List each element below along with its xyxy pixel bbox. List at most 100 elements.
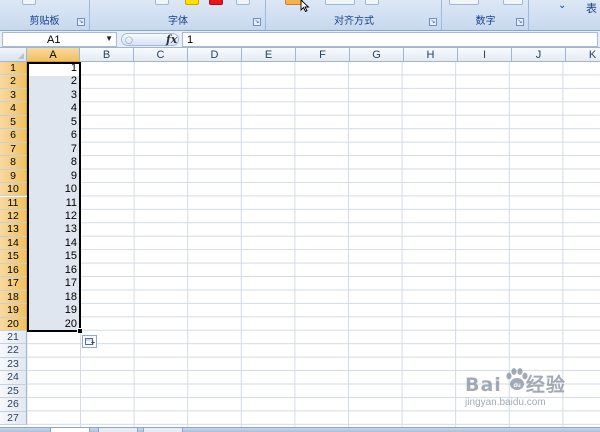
baidu-jingyan-watermark: Bai 经验 du jingyan.baidu.com (465, 368, 597, 420)
column-header-e[interactable]: E (242, 48, 296, 62)
row-header-12[interactable]: 12 (0, 209, 27, 224)
row-header-24[interactable]: 24 (0, 371, 27, 385)
expand-handle-icon[interactable]: ◯ (125, 36, 133, 44)
sheet-tab-active[interactable] (50, 428, 90, 432)
cell-a5[interactable]: 5 (29, 116, 79, 129)
cell-a11[interactable]: 11 (29, 197, 79, 210)
cell-a1[interactable]: 1 (29, 62, 79, 75)
row-header-6[interactable]: 6 (0, 129, 27, 143)
paste-button[interactable] (22, 0, 36, 5)
cell-a2[interactable]: 2 (29, 75, 79, 88)
ribbon-group-label: 对齐方式 (334, 16, 374, 27)
number-format-dropdown[interactable] (449, 0, 479, 5)
row-header-22[interactable]: 22 (0, 344, 27, 358)
cell-a8[interactable]: 8 (29, 156, 79, 169)
column-header-i[interactable]: I (458, 48, 512, 62)
row-header-13[interactable]: 13 (0, 223, 27, 237)
sheet-tab[interactable] (143, 428, 183, 432)
number-launcher-icon[interactable]: ↘ (516, 18, 524, 26)
row-header-10[interactable]: 10 (0, 183, 27, 197)
auto-fill-options-button[interactable]: + (82, 335, 97, 348)
column-header-k[interactable]: K (566, 48, 600, 62)
row-header-17[interactable]: 17 (0, 277, 27, 291)
fill-color-button[interactable] (185, 0, 199, 5)
sheet-tab[interactable] (98, 428, 138, 432)
column-header-d[interactable]: D (188, 48, 242, 62)
row-header-15[interactable]: 15 (0, 250, 27, 264)
row-header-8[interactable]: 8 (0, 156, 27, 170)
cell-a16[interactable]: 16 (29, 264, 79, 277)
name-box-value: A1 (47, 34, 61, 46)
column-header-h[interactable]: H (404, 48, 458, 62)
row-header-14[interactable]: 14 (0, 236, 27, 251)
watermark-logo-right: 经验 (525, 374, 566, 396)
fill-handle[interactable] (77, 328, 83, 334)
cell-a20[interactable]: 20 (29, 318, 79, 331)
percent-button[interactable] (503, 0, 523, 5)
paw-logo-icon: du (506, 368, 528, 390)
ribbon-group-clipboard: 剪贴板 ↘ (0, 0, 90, 30)
ribbon-dropdown-arrow-icon[interactable]: ⌄ (558, 0, 566, 11)
row-header-26[interactable]: 26 (0, 398, 27, 412)
select-all-button[interactable] (0, 48, 27, 62)
ribbon: 剪贴板 ↘ 字体 ↘ 对齐方式 ↘ 数字 ↘ ⌄ 表 (0, 0, 600, 31)
cell-a6[interactable]: 6 (29, 129, 79, 142)
column-header-g[interactable]: G (350, 48, 404, 62)
border-button[interactable] (155, 0, 169, 5)
cell-a19[interactable]: 19 (29, 304, 79, 317)
font-color-button[interactable] (209, 0, 223, 5)
cell-a9[interactable]: 9 (29, 170, 79, 183)
select-all-triangle-icon (18, 53, 24, 59)
row-header-25[interactable]: 25 (0, 384, 27, 399)
clipboard-launcher-icon[interactable]: ↘ (77, 18, 85, 26)
name-box[interactable]: A1 ▼ (2, 32, 117, 47)
cell-a17[interactable]: 17 (29, 277, 79, 290)
font-launcher-icon[interactable]: ↘ (253, 18, 261, 26)
row-header-2[interactable]: 2 (0, 75, 27, 89)
svg-text:du: du (513, 383, 521, 389)
row-header-27[interactable]: 27 (0, 411, 27, 426)
column-header-b[interactable]: B (80, 48, 134, 62)
column-header-a[interactable]: A (27, 48, 80, 62)
column-header-j[interactable]: J (512, 48, 566, 62)
row-header-21[interactable]: 21 (0, 331, 27, 345)
chevron-down-icon[interactable]: ▼ (105, 34, 113, 43)
wrap-text-button[interactable] (325, 0, 355, 5)
indent-button[interactable] (365, 0, 379, 5)
table-format-label[interactable]: 表 (586, 0, 597, 16)
cell-a14[interactable]: 14 (29, 237, 79, 250)
sheet-tab-bar (0, 427, 600, 432)
cell-a15[interactable]: 15 (29, 250, 79, 263)
column-header-c[interactable]: C (134, 48, 188, 62)
row-header-4[interactable]: 4 (0, 102, 27, 116)
insert-function-icon[interactable]: fx (166, 33, 177, 46)
ribbon-group-number: 数字 ↘ (443, 0, 529, 30)
row-header-7[interactable]: 7 (0, 142, 27, 157)
plus-icon: + (90, 340, 95, 347)
cell-a12[interactable]: 12 (29, 210, 79, 223)
row-header-16[interactable]: 16 (0, 263, 27, 278)
cell-a18[interactable]: 18 (29, 291, 79, 304)
alignment-launcher-icon[interactable]: ↘ (429, 18, 437, 26)
row-header-5[interactable]: 5 (0, 115, 27, 130)
cell-a4[interactable]: 4 (29, 102, 79, 115)
row-header-20[interactable]: 20 (0, 317, 27, 331)
cell-a10[interactable]: 10 (29, 183, 79, 196)
row-header-23[interactable]: 23 (0, 357, 27, 372)
formula-input[interactable]: 1 (182, 32, 598, 47)
formula-bar-handle[interactable]: ◯ fx (121, 33, 179, 46)
mouse-cursor-icon (300, 0, 310, 12)
row-header-18[interactable]: 18 (0, 290, 27, 305)
ribbon-group-styles: ⌄ 表 (530, 0, 600, 30)
column-header-f[interactable]: F (296, 48, 350, 62)
row-header-3[interactable]: 3 (0, 88, 27, 103)
ribbon-group-font: 字体 ↘ (91, 0, 266, 30)
row-header-11[interactable]: 11 (0, 196, 27, 210)
row-header-9[interactable]: 9 (0, 169, 27, 184)
cell-a3[interactable]: 3 (29, 89, 79, 102)
row-header-19[interactable]: 19 (0, 304, 27, 318)
wen-button[interactable] (236, 0, 250, 5)
cell-a13[interactable]: 13 (29, 223, 79, 236)
row-header-1[interactable]: 1 (0, 62, 27, 76)
cell-a7[interactable]: 7 (29, 143, 79, 156)
